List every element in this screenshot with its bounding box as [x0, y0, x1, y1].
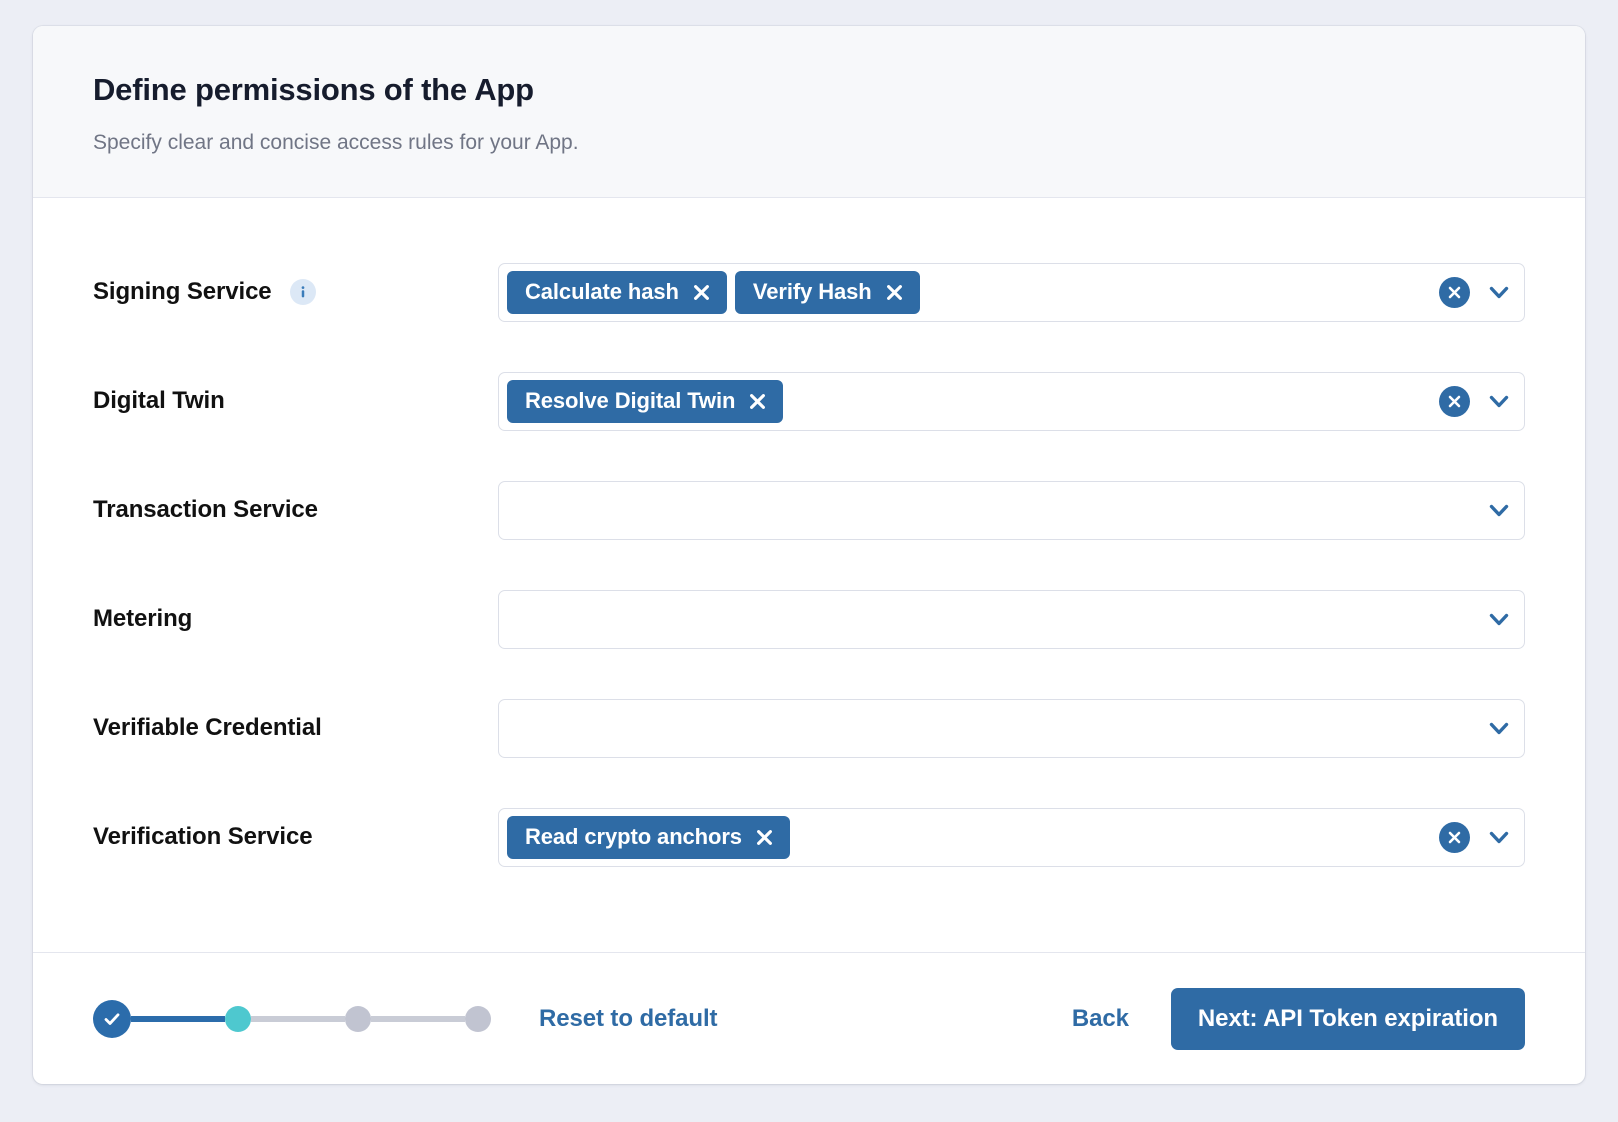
clear-circle-icon[interactable] — [1439, 385, 1470, 417]
card-header: Define permissions of the App Specify cl… — [33, 26, 1585, 198]
tag-label: Read crypto anchors — [525, 824, 742, 850]
select-controls — [1427, 821, 1514, 853]
chevron-down-icon[interactable] — [1484, 604, 1514, 634]
back-button[interactable]: Back — [1072, 1005, 1129, 1033]
permission-row-verification-service: Verification Service Read crypto anchors — [93, 783, 1525, 892]
clear-circle-icon[interactable] — [1439, 821, 1470, 853]
permissions-card: Define permissions of the App Specify cl… — [33, 26, 1585, 1084]
select-transaction-service[interactable] — [498, 480, 1525, 540]
chevron-down-icon[interactable] — [1484, 386, 1514, 416]
tag-remove-icon[interactable] — [748, 392, 767, 411]
tag-item[interactable]: Read crypto anchors — [507, 815, 790, 859]
page-title: Define permissions of the App — [93, 72, 534, 107]
tag-label: Calculate hash — [525, 279, 679, 305]
page-background: Define permissions of the App Specify cl… — [0, 0, 1618, 1122]
page-subtitle: Specify clear and concise access rules f… — [93, 130, 579, 154]
select-controls — [1427, 276, 1514, 308]
step-2-current[interactable] — [225, 1005, 251, 1032]
chevron-down-icon[interactable] — [1484, 495, 1514, 525]
permission-label-wrap: Verifiable Credential — [93, 714, 498, 742]
permission-label-wrap: Verification Service — [93, 823, 498, 851]
permission-row-verifiable-credential: Verifiable Credential — [93, 674, 1525, 783]
selected-tags: Read crypto anchors — [507, 815, 1427, 859]
permission-label-wrap: Signing Service — [93, 278, 498, 306]
permission-label: Transaction Service — [93, 496, 318, 524]
select-verification-service[interactable]: Read crypto anchors — [498, 807, 1525, 867]
permission-label: Digital Twin — [93, 387, 225, 415]
permission-label: Signing Service — [93, 278, 272, 306]
select-controls — [1472, 713, 1514, 743]
chevron-down-icon[interactable] — [1484, 822, 1514, 852]
tag-item[interactable]: Resolve Digital Twin — [507, 379, 784, 423]
permission-label-wrap: Transaction Service — [93, 496, 498, 524]
selected-tags: Calculate hash Verify Hash — [507, 270, 1427, 314]
chevron-down-icon[interactable] — [1484, 713, 1514, 743]
permission-row-transaction-service: Transaction Service — [93, 456, 1525, 565]
tag-label: Resolve Digital Twin — [525, 388, 736, 414]
clear-circle-icon[interactable] — [1439, 276, 1470, 308]
chevron-down-icon[interactable] — [1484, 277, 1514, 307]
tag-label: Verify Hash — [752, 279, 872, 305]
progress-stepper — [93, 999, 491, 1038]
select-controls — [1472, 604, 1514, 634]
step-connector — [371, 1015, 465, 1022]
tag-remove-icon[interactable] — [692, 283, 711, 302]
info-circle-icon[interactable] — [289, 279, 316, 306]
select-digital-twin[interactable]: Resolve Digital Twin — [498, 371, 1525, 431]
selected-tags: Resolve Digital Twin — [507, 379, 1427, 423]
select-verifiable-credential[interactable] — [498, 698, 1525, 758]
step-connector — [131, 1015, 225, 1022]
permission-row-metering: Metering — [93, 565, 1525, 674]
select-signing-service[interactable]: Calculate hash Verify Hash — [498, 262, 1525, 322]
footer-actions: Back Next: API Token expiration — [1072, 987, 1525, 1050]
permission-label-wrap: Metering — [93, 605, 498, 633]
card-footer: Reset to default Back Next: API Token ex… — [33, 952, 1585, 1084]
permission-label: Metering — [93, 605, 193, 633]
permission-label: Verification Service — [93, 823, 313, 851]
next-button[interactable]: Next: API Token expiration — [1170, 987, 1525, 1050]
step-1-complete[interactable] — [93, 999, 131, 1038]
permission-label: Verifiable Credential — [93, 714, 322, 742]
permission-row-signing-service: Signing Service Calculate hash Verify Ha… — [93, 238, 1525, 347]
select-controls — [1472, 495, 1514, 525]
tag-item[interactable]: Verify Hash — [734, 270, 920, 314]
permission-row-digital-twin: Digital Twin Resolve Digital Twin — [93, 347, 1525, 456]
permission-label-wrap: Digital Twin — [93, 387, 498, 415]
step-connector — [251, 1015, 345, 1022]
step-3-pending[interactable] — [345, 1005, 371, 1032]
step-4-pending[interactable] — [465, 1005, 491, 1032]
permissions-list: Signing Service Calculate hash Verify Ha… — [33, 197, 1585, 952]
tag-remove-icon[interactable] — [755, 828, 774, 847]
tag-item[interactable]: Calculate hash — [507, 270, 727, 314]
tag-remove-icon[interactable] — [885, 283, 904, 302]
select-metering[interactable] — [498, 589, 1525, 649]
check-icon — [104, 1012, 120, 1025]
select-controls — [1427, 385, 1514, 417]
reset-to-default-button[interactable]: Reset to default — [539, 1005, 718, 1033]
